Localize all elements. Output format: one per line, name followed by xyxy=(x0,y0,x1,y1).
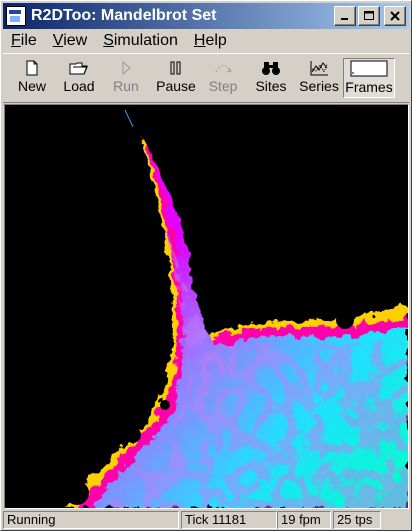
menu-help-label: elp xyxy=(205,32,227,49)
sites-button-label: Sites xyxy=(255,78,287,94)
series-button[interactable]: Series xyxy=(296,58,342,98)
menu-help[interactable]: Help xyxy=(186,32,235,50)
menu-view[interactable]: View xyxy=(45,32,95,50)
menu-file[interactable]: File xyxy=(3,32,45,50)
step-button[interactable]: Step xyxy=(200,58,246,98)
load-button[interactable]: Load xyxy=(56,58,102,98)
menu-file-accel: F xyxy=(11,32,21,49)
status-state: Running xyxy=(3,511,179,529)
status-tps: 25 tps xyxy=(333,511,381,529)
status-fpm: 19 fpm xyxy=(277,511,331,529)
new-button[interactable]: New xyxy=(9,58,55,98)
run-button[interactable]: Run xyxy=(103,58,149,98)
fractal-canvas[interactable] xyxy=(4,104,409,509)
menu-bar: File View Simulation Help xyxy=(3,30,409,52)
pause-button-label: Pause xyxy=(156,78,196,94)
maximize-icon xyxy=(364,11,374,20)
pause-icon xyxy=(170,61,181,75)
new-document-icon xyxy=(26,60,38,76)
minimize-icon xyxy=(341,18,348,20)
title-bar[interactable]: R2DToo: Mandelbrot Set xyxy=(3,3,409,29)
menu-help-accel: H xyxy=(193,32,206,49)
binoculars-icon xyxy=(262,62,280,75)
minimize-button[interactable] xyxy=(334,6,356,26)
frames-button[interactable]: Frames xyxy=(343,58,395,98)
pause-button[interactable]: Pause xyxy=(153,58,199,98)
window-title: R2DToo: Mandelbrot Set xyxy=(31,7,217,24)
run-button-label: Run xyxy=(113,78,139,94)
menu-simulation[interactable]: Simulation xyxy=(95,32,186,50)
close-icon xyxy=(390,11,400,21)
close-button[interactable] xyxy=(384,6,406,26)
open-folder-icon xyxy=(69,62,88,75)
menu-file-label: ile xyxy=(20,32,37,49)
mandelbrot-image xyxy=(5,105,408,508)
maximize-button[interactable] xyxy=(358,6,380,26)
load-button-label: Load xyxy=(63,78,95,94)
app-window: R2DToo: Mandelbrot Set File View Simulat… xyxy=(0,0,412,531)
toolbar: New Load Run Pause Step Sites Series Fra… xyxy=(3,53,409,103)
step-button-label: Step xyxy=(208,78,238,94)
status-tick: Tick 11181 xyxy=(181,511,277,529)
new-button-label: New xyxy=(17,78,46,94)
step-icon xyxy=(215,65,232,73)
menu-view-label: iew xyxy=(63,32,88,49)
menu-simulation-accel: S xyxy=(103,32,114,49)
frames-icon xyxy=(350,60,388,77)
frames-button-label: Frames xyxy=(345,79,393,95)
app-icon[interactable] xyxy=(6,6,26,26)
menu-view-accel: V xyxy=(52,32,64,49)
status-bar: Running Tick 11181 19 fpm 25 tps xyxy=(3,510,409,529)
sites-button[interactable]: Sites xyxy=(248,58,294,98)
series-button-label: Series xyxy=(299,78,339,94)
chart-icon xyxy=(310,61,328,76)
play-icon xyxy=(122,60,131,76)
menu-simulation-label: imulation xyxy=(113,32,178,49)
